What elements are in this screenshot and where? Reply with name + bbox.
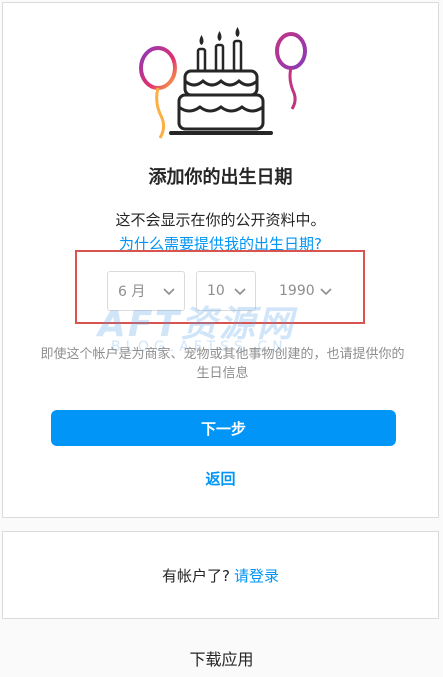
day-select[interactable]: 10 <box>196 271 256 311</box>
login-link[interactable]: 请登录 <box>234 565 279 586</box>
chevron-down-icon <box>163 288 175 296</box>
birthday-note: 即使这个帐户是为商家、宠物或其他事物创建的，也请提供你的生日信息 <box>40 347 405 381</box>
next-button[interactable]: 下一步 <box>51 410 396 446</box>
birthday-card: 添加你的出生日期 这不会显示在你的公开资料中。 为什么需要提供我的出生日期? 6… <box>2 2 439 518</box>
login-card: 有帐户了? 请登录 <box>2 531 439 619</box>
privacy-description: 这不会显示在你的公开资料中。 <box>115 211 326 229</box>
month-select-value: 6 月 <box>118 284 146 300</box>
day-select-value: 10 <box>207 283 225 299</box>
month-select[interactable]: 6 月 <box>107 271 185 311</box>
back-link[interactable]: 返回 <box>3 468 438 489</box>
have-account-text: 有帐户了? <box>162 566 230 585</box>
page-title: 添加你的出生日期 <box>148 167 293 188</box>
birthday-cake-icon <box>139 27 307 139</box>
chevron-down-icon <box>320 288 332 296</box>
year-select[interactable]: 1990 <box>269 271 341 311</box>
chevron-down-icon <box>234 288 246 296</box>
year-select-value: 1990 <box>279 283 315 299</box>
download-app-text: 下载应用 <box>189 650 254 669</box>
why-birthday-link[interactable]: 为什么需要提供我的出生日期? <box>3 233 438 254</box>
